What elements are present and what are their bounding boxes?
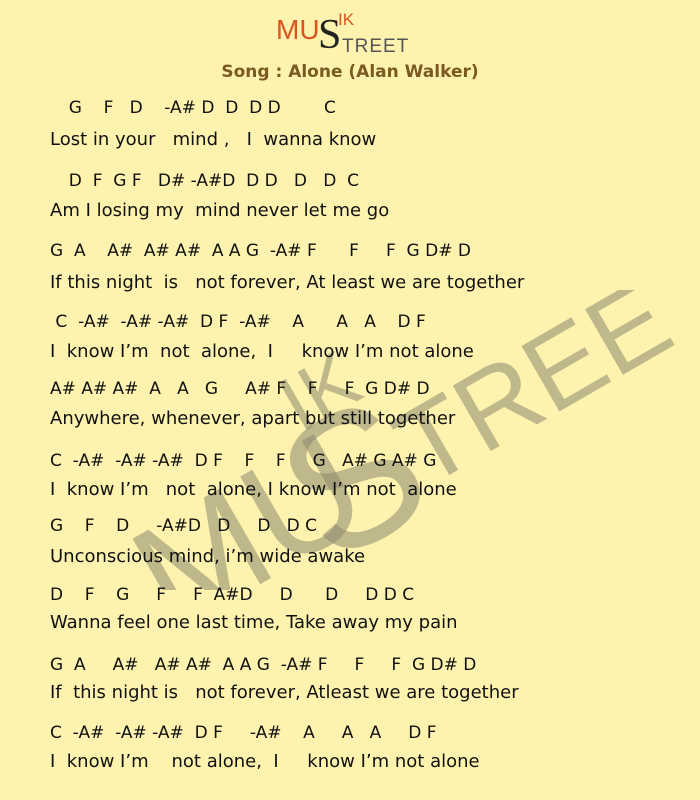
lyric-line: I know I’m not alone, I know I’m not alo…: [50, 479, 457, 500]
lyric-line: I know I’m not alone, I know I’m not alo…: [50, 341, 474, 362]
lyric-line: Anywhere, whenever, apart but still toge…: [50, 408, 456, 429]
chord-line: C -A# -A# -A# D F -A# A A A D F: [50, 723, 437, 743]
watermark: MU IK S TREET: [20, 223, 700, 662]
brand-logo: MU S IK TREET: [276, 8, 426, 60]
lyric-line: If this night is not forever, At least w…: [50, 272, 525, 293]
logo-treet: TREET: [342, 36, 410, 57]
chord-line: G F D -A# D D D D C: [58, 98, 336, 118]
chord-line: G F D -A#D D D D C: [50, 516, 318, 536]
chord-line: G A A# A# A# A A G -A# F F F G D# D: [50, 655, 477, 675]
chord-line: D F G F F A#D D D D D C: [50, 585, 415, 605]
lyric-line: Unconscious mind, i’m wide awake: [50, 546, 366, 567]
lyric-line: Am I losing my mind never let me go: [50, 200, 390, 221]
lyric-line: Wanna feel one last time, Take away my p…: [50, 612, 458, 633]
chord-line: C -A# -A# -A# D F F F G A# G A# G: [50, 451, 437, 471]
lyric-line: If this night is not forever, Atleast we…: [50, 682, 519, 703]
chord-line: D F G F D# -A#D D D D D C: [58, 171, 359, 191]
logo-ik: IK: [338, 10, 355, 29]
lyric-line: I know I’m not alone, I know I’m not alo…: [50, 751, 480, 772]
lyric-line: Lost in your mind , I wanna know: [50, 129, 377, 150]
chord-line: A# A# A# A A G A# F F F G D# D: [50, 379, 430, 399]
song-title: Song : Alone (Alan Walker): [221, 62, 479, 82]
chord-line: G A A# A# A# A A G -A# F F F G D# D: [50, 241, 471, 261]
chord-line: C -A# -A# -A# D F -A# A A A D F: [50, 312, 426, 332]
logo-mu: MU: [276, 14, 320, 45]
